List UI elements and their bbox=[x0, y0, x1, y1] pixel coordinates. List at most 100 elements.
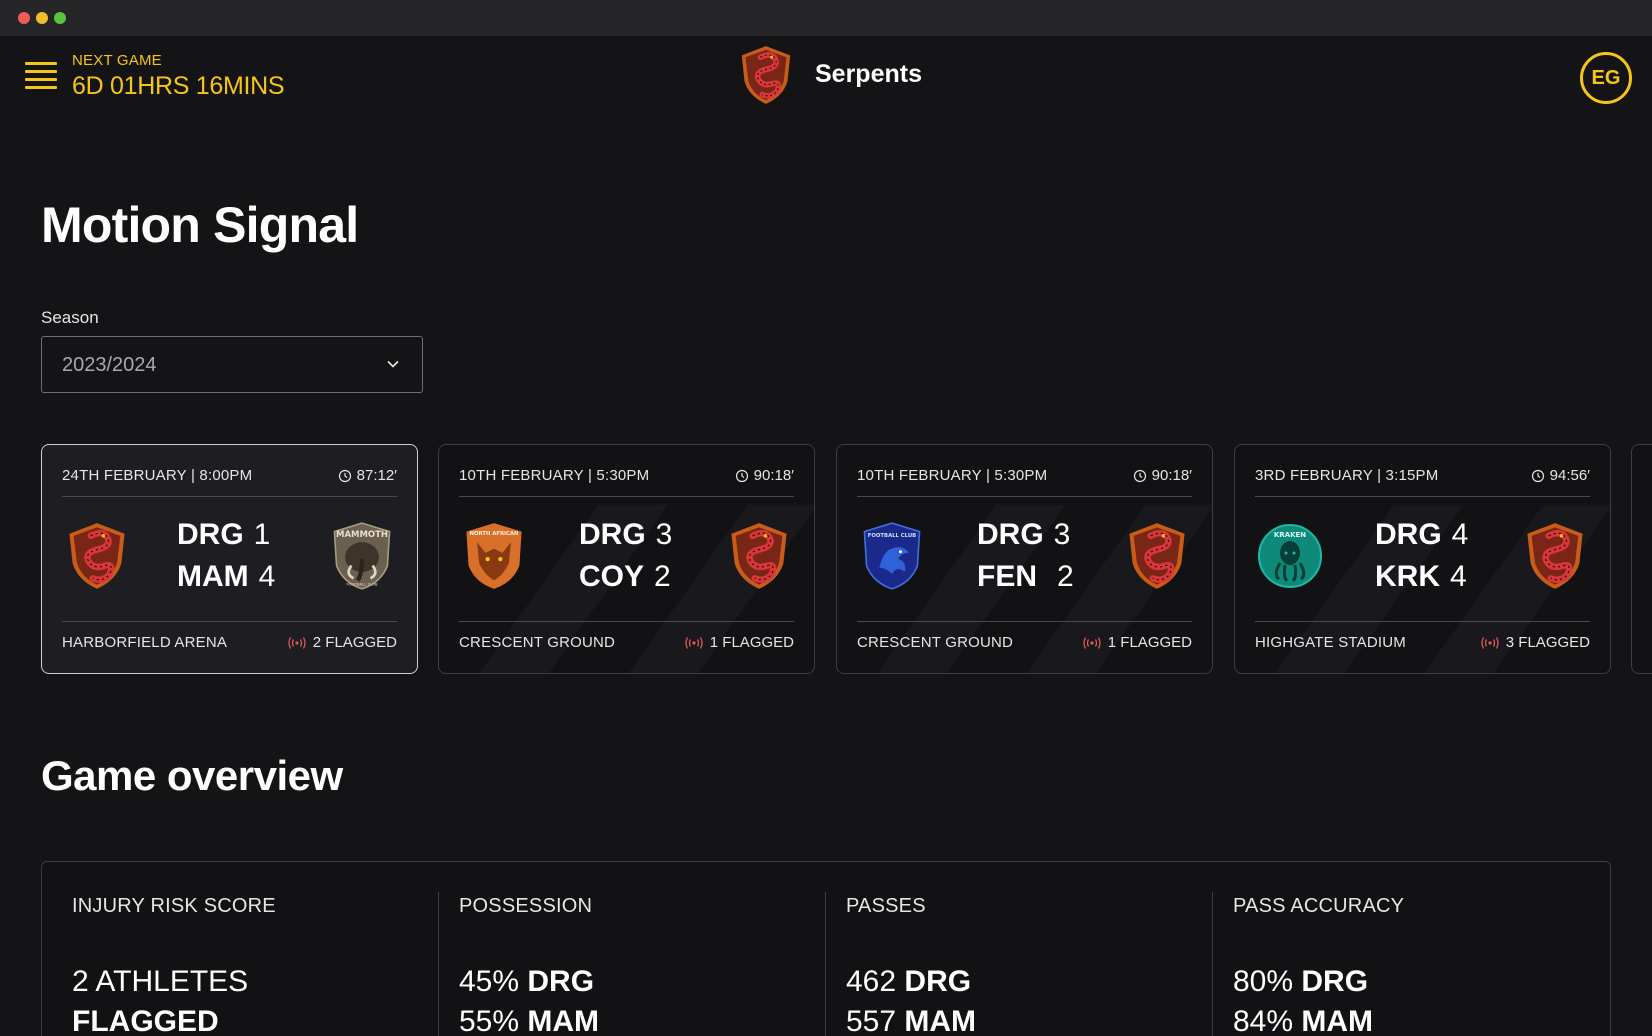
clock-icon bbox=[735, 469, 748, 482]
stat-team: DRG bbox=[527, 965, 595, 998]
stat-value: 462 bbox=[846, 965, 897, 998]
match-duration: 87:12′ bbox=[356, 467, 397, 484]
stat-value: 557 bbox=[846, 1005, 897, 1036]
divider bbox=[459, 621, 794, 622]
stat-team: MAM bbox=[527, 1005, 600, 1036]
coyote-crest-text: NORTH AFRICAN bbox=[470, 531, 519, 537]
divider bbox=[1255, 496, 1590, 497]
signal-icon bbox=[1083, 636, 1101, 649]
flagged-count: 2 FLAGGED bbox=[312, 634, 397, 651]
match-venue: HIGHGATE STADIUM bbox=[1255, 634, 1406, 651]
serpents-crest-icon bbox=[1124, 521, 1190, 591]
signal-icon bbox=[288, 636, 306, 649]
stat-value: 84% bbox=[1233, 1005, 1294, 1036]
clock-icon bbox=[1531, 469, 1544, 482]
stat-team: MAM bbox=[1301, 1005, 1374, 1036]
stat-value: 2 ATHLETES bbox=[72, 965, 249, 998]
away-team-abbr: KRK bbox=[1375, 560, 1440, 593]
stat-injury-risk: INJURY RISK SCORE 2 ATHLETES FLAGGED bbox=[42, 862, 429, 1036]
serpents-crest-icon bbox=[64, 521, 130, 591]
match-date: 3RD FEBRUARY | 3:15PM bbox=[1255, 467, 1439, 484]
menu-icon[interactable] bbox=[25, 62, 57, 90]
signal-icon bbox=[685, 636, 703, 649]
flagged-count: 1 FLAGGED bbox=[1107, 634, 1192, 651]
stat-value: 80% bbox=[1233, 965, 1294, 998]
match-venue: CRESCENT GROUND bbox=[857, 634, 1014, 651]
stat-team: MAM bbox=[904, 1005, 977, 1036]
divider bbox=[857, 621, 1192, 622]
griffin-crest-text: FOOTBALL CLUB bbox=[868, 533, 916, 539]
kraken-crest-icon: KRAKEN bbox=[1258, 524, 1322, 588]
home-team-score: 3 bbox=[655, 518, 673, 551]
away-team-abbr: COY bbox=[579, 560, 645, 593]
game-overview-title: Game overview bbox=[41, 752, 343, 799]
match-card[interactable]: 10TH FEBRUARY | 5:30PM 90:18′ FOOTBALL C… bbox=[836, 444, 1213, 674]
kraken-crest-text: KRAKEN bbox=[1274, 531, 1306, 539]
next-game-countdown: 6D 01HRS 16MINS bbox=[72, 72, 285, 100]
season-select[interactable]: 2023/2024 bbox=[41, 336, 423, 393]
stat-team: DRG bbox=[1301, 965, 1369, 998]
match-date: 10TH FEBRUARY | 5:30PM bbox=[459, 467, 650, 484]
mammoth-crest-icon: MAMMOTH FOOTBALL CLUB bbox=[333, 522, 391, 590]
maximize-window-button[interactable] bbox=[54, 12, 66, 24]
stat-possession: POSSESSION 45% DRG 55% MAM bbox=[429, 862, 816, 1036]
match-card[interactable]: 10TH FEBRUARY | 5:30PM 90:18′ NORTH AFRI… bbox=[438, 444, 815, 674]
divider bbox=[857, 496, 1192, 497]
next-game-label: NEXT GAME bbox=[72, 52, 162, 69]
away-team-abbr: FEN bbox=[977, 560, 1037, 593]
match-card[interactable]: 3RD FEBRUARY | 3:15PM 94:56′ KRAKEN DRG 4… bbox=[1234, 444, 1611, 674]
stat-passes: PASSES 462 DRG 557 MAM bbox=[816, 862, 1203, 1036]
stat-value: 45% bbox=[459, 965, 520, 998]
home-team-abbr: DRG bbox=[579, 518, 646, 551]
stat-label: PASSES bbox=[846, 895, 926, 917]
stat-team: FLAGGED bbox=[72, 1005, 219, 1036]
window-titlebar bbox=[0, 0, 1652, 36]
chevron-down-icon bbox=[387, 360, 399, 368]
away-team-score: 4 bbox=[258, 560, 276, 593]
match-card-partial[interactable] bbox=[1631, 444, 1652, 674]
season-select-value: 2023/2024 bbox=[62, 354, 157, 376]
home-team-abbr: DRG bbox=[977, 518, 1044, 551]
clock-icon bbox=[338, 469, 351, 482]
close-window-button[interactable] bbox=[18, 12, 30, 24]
divider bbox=[1255, 621, 1590, 622]
match-card[interactable]: 24TH FEBRUARY | 8:00PM 87:12′ DRG 1 MAM 4 … bbox=[41, 444, 418, 674]
page-title: Motion Signal bbox=[41, 197, 359, 253]
game-overview-panel: INJURY RISK SCORE 2 ATHLETES FLAGGED POS… bbox=[41, 861, 1611, 1036]
match-duration: 90:18′ bbox=[1151, 467, 1192, 484]
stat-label: PASS ACCURACY bbox=[1233, 895, 1405, 917]
mammoth-crest-text: MAMMOTH bbox=[336, 529, 388, 539]
home-team-score: 4 bbox=[1451, 518, 1469, 551]
stat-value: 55% bbox=[459, 1005, 520, 1036]
team-logo-icon[interactable] bbox=[738, 44, 794, 106]
divider bbox=[62, 621, 397, 622]
match-venue: CRESCENT GROUND bbox=[459, 634, 616, 651]
serpents-crest-icon bbox=[1522, 521, 1588, 591]
coyote-crest-icon: NORTH AFRICAN bbox=[466, 523, 522, 589]
mammoth-crest-subtext: FOOTBALL CLUB bbox=[346, 582, 377, 587]
minimize-window-button[interactable] bbox=[36, 12, 48, 24]
away-team-abbr: MAM bbox=[177, 560, 249, 593]
match-date: 10TH FEBRUARY | 5:30PM bbox=[857, 467, 1048, 484]
app-header: NEXT GAME 6D 01HRS 16MINS Serpents EG bbox=[0, 36, 1652, 116]
stat-label: POSSESSION bbox=[459, 895, 593, 917]
away-team-score: 2 bbox=[654, 560, 671, 593]
match-duration: 90:18′ bbox=[753, 467, 794, 484]
team-name: Serpents bbox=[815, 60, 922, 88]
divider bbox=[62, 496, 397, 497]
home-team-score: 1 bbox=[253, 518, 271, 551]
griffin-crest-icon: FOOTBALL CLUB bbox=[863, 522, 921, 590]
match-venue: HARBORFIELD ARENA bbox=[62, 634, 228, 651]
home-team-score: 3 bbox=[1053, 518, 1071, 551]
home-team-abbr: DRG bbox=[1375, 518, 1442, 551]
serpents-crest-icon bbox=[726, 521, 792, 591]
stat-team: DRG bbox=[904, 965, 972, 998]
stat-pass-accuracy: PASS ACCURACY 80% DRG 84% MAM bbox=[1203, 862, 1590, 1036]
user-avatar[interactable]: EG bbox=[1580, 52, 1632, 104]
match-duration: 94:56′ bbox=[1549, 467, 1590, 484]
flagged-count: 1 FLAGGED bbox=[709, 634, 794, 651]
divider bbox=[459, 496, 794, 497]
signal-icon bbox=[1481, 636, 1499, 649]
match-date: 24TH FEBRUARY | 8:00PM bbox=[62, 467, 253, 484]
home-team-abbr: DRG bbox=[177, 518, 244, 551]
